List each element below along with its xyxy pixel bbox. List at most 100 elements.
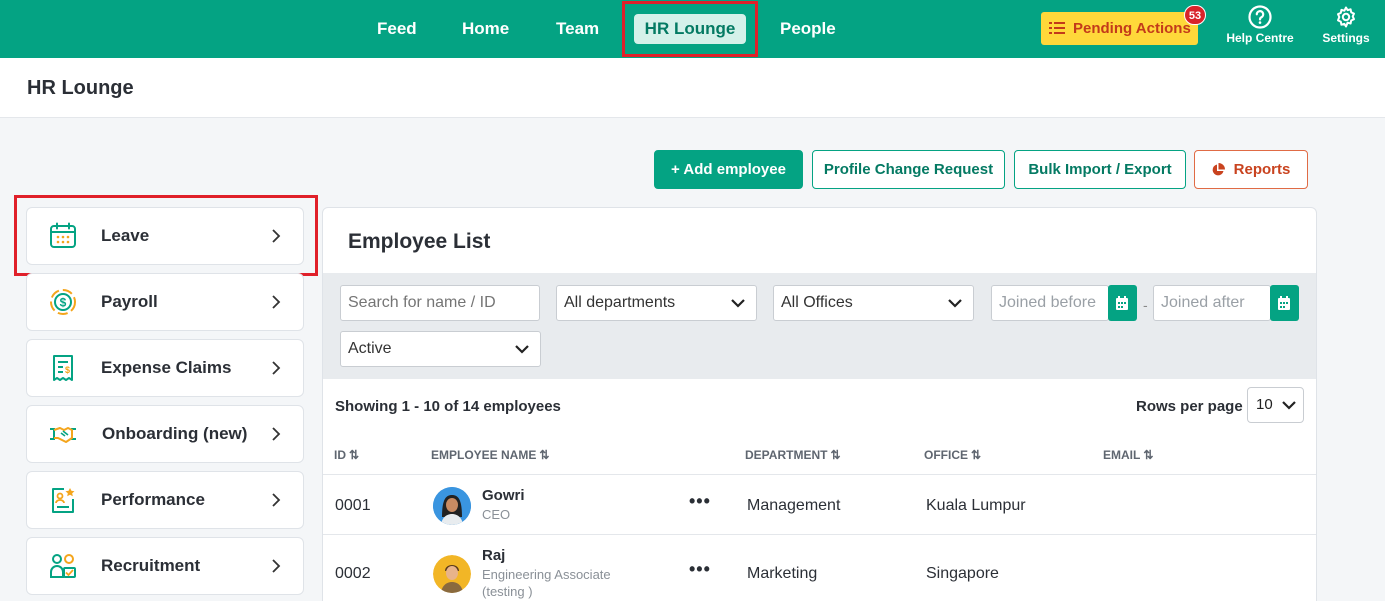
- nav-hr-lounge[interactable]: HR Lounge: [634, 14, 746, 44]
- reports-label: Reports: [1233, 161, 1291, 178]
- employee-id: 0001: [335, 497, 371, 514]
- employee-id: 0002: [335, 565, 371, 582]
- row-menu-button[interactable]: •••: [689, 559, 711, 580]
- sidebar-item-label: Payroll: [101, 292, 158, 311]
- sidebar-item-label: Expense Claims: [101, 358, 232, 377]
- reports-button[interactable]: Reports: [1194, 150, 1308, 189]
- svg-text:$: $: [60, 296, 67, 310]
- calendar-icon: [1116, 296, 1128, 310]
- calendar-icon: [50, 222, 76, 248]
- joined-before-calendar-button[interactable]: [1108, 285, 1137, 321]
- chevron-right-icon: [272, 361, 281, 375]
- avatar: [433, 555, 471, 593]
- sidebar-item-label: Performance: [101, 490, 205, 509]
- employee-office: Singapore: [926, 565, 999, 582]
- department-select[interactable]: All departments: [556, 285, 757, 321]
- row-menu-button[interactable]: •••: [689, 491, 711, 512]
- sort-icon: ⇅: [539, 448, 550, 462]
- results-count: Showing 1 - 10 of 14 employees: [335, 398, 561, 415]
- payroll-dollar-icon: $: [50, 289, 76, 315]
- chevron-right-icon: [272, 427, 281, 441]
- pending-count-badge: 53: [1184, 5, 1206, 25]
- employee-title: Engineering Associate (testing ): [482, 567, 611, 599]
- employee-office: Kuala Lumpur: [926, 497, 1026, 514]
- nav-home[interactable]: Home: [462, 0, 509, 58]
- add-employee-button[interactable]: + Add employee: [654, 150, 803, 189]
- joined-after-calendar-button[interactable]: [1270, 285, 1299, 321]
- sidebar-item-expense-claims[interactable]: $ Expense Claims: [26, 339, 304, 397]
- sidebar-item-payroll[interactable]: $ Payroll: [26, 273, 304, 331]
- column-header-label: EMPLOYEE NAME: [431, 448, 537, 462]
- sort-icon: ⇅: [1143, 448, 1154, 462]
- sort-icon: ⇅: [971, 448, 982, 462]
- employee-name[interactable]: Gowri: [482, 487, 525, 504]
- joined-before-field[interactable]: Joined before: [991, 285, 1109, 321]
- column-header-office[interactable]: OFFICE ⇅: [924, 448, 981, 462]
- rows-per-page-select[interactable]: 10: [1247, 387, 1304, 423]
- sidebar-item-leave[interactable]: Leave: [26, 207, 304, 265]
- column-header-label: DEPARTMENT: [745, 448, 828, 462]
- checklist-icon: [1049, 22, 1065, 34]
- chevron-down-icon: [1282, 401, 1296, 410]
- pie-chart-icon: [1212, 163, 1225, 176]
- pending-actions-label: Pending Actions: [1073, 20, 1191, 37]
- column-header-label: ID: [334, 448, 346, 462]
- status-select-value: Active: [348, 340, 392, 357]
- calendar-icon: [1278, 296, 1290, 310]
- column-header-department[interactable]: DEPARTMENT ⇅: [745, 448, 841, 462]
- nav-feed[interactable]: Feed: [377, 0, 417, 58]
- avatar-gowri-icon: [433, 487, 471, 525]
- chevron-right-icon: [272, 493, 281, 507]
- sort-icon: ⇅: [349, 448, 360, 462]
- receipt-icon: $: [53, 355, 73, 381]
- search-input[interactable]: [340, 285, 540, 321]
- page-title: HR Lounge: [27, 77, 134, 99]
- gear-icon: [1337, 6, 1355, 28]
- table-row[interactable]: 0002 Raj Engineering Associate (testing …: [323, 534, 1316, 601]
- chevron-down-icon: [948, 299, 962, 308]
- sidebar-item-label: Onboarding (new): [102, 424, 248, 443]
- top-navigation-bar: Feed Home Team HR Lounge People Pending …: [0, 0, 1385, 58]
- avatar: [433, 487, 471, 525]
- nav-hr-lounge-highlight: HR Lounge: [622, 1, 758, 57]
- employee-title: CEO: [482, 507, 511, 522]
- pending-actions-button[interactable]: Pending Actions: [1041, 12, 1198, 45]
- sidebar-item-onboarding[interactable]: Onboarding (new): [26, 405, 304, 463]
- bulk-import-export-button[interactable]: Bulk Import / Export: [1014, 150, 1186, 189]
- office-select[interactable]: All Offices: [773, 285, 974, 321]
- status-select[interactable]: Active: [340, 331, 541, 367]
- column-header-email[interactable]: EMAIL ⇅: [1103, 448, 1153, 462]
- chevron-right-icon: [272, 229, 281, 243]
- chevron-down-icon: [731, 299, 745, 308]
- settings-button[interactable]: Settings: [1316, 5, 1376, 45]
- column-header-employee-name[interactable]: EMPLOYEE NAME ⇅: [431, 448, 549, 462]
- table-row[interactable]: 0001 Gowri CEO ••• Management Kuala Lump…: [323, 474, 1316, 534]
- filter-bar: All departments All Offices Joined befor…: [323, 273, 1316, 379]
- sidebar-item-label: Recruitment: [101, 556, 201, 575]
- help-centre-button[interactable]: Help Centre: [1222, 5, 1298, 45]
- office-select-value: All Offices: [781, 294, 853, 311]
- column-header-label: EMAIL: [1103, 448, 1141, 462]
- page-header: HR Lounge: [0, 58, 1385, 118]
- help-centre-label: Help Centre: [1226, 31, 1294, 45]
- nav-people[interactable]: People: [780, 0, 836, 58]
- sidebar-item-recruitment[interactable]: Recruitment: [26, 537, 304, 595]
- nav-team[interactable]: Team: [556, 0, 599, 58]
- avatar-raj-icon: [433, 555, 471, 593]
- settings-label: Settings: [1322, 31, 1370, 45]
- chevron-right-icon: [272, 559, 281, 573]
- column-header-id[interactable]: ID ⇅: [334, 448, 359, 462]
- performance-badge-icon: [52, 488, 75, 513]
- joined-after-field[interactable]: Joined after: [1153, 285, 1271, 321]
- employee-department: Marketing: [747, 565, 818, 582]
- recruitment-people-icon: [50, 554, 76, 578]
- employee-list-panel: Employee List All departments All Office…: [322, 207, 1317, 601]
- sort-icon: ⇅: [830, 448, 841, 462]
- panel-title: Employee List: [348, 230, 491, 253]
- department-select-value: All departments: [564, 294, 676, 311]
- chevron-right-icon: [272, 295, 281, 309]
- sidebar-item-performance[interactable]: Performance: [26, 471, 304, 529]
- profile-change-request-button[interactable]: Profile Change Request: [812, 150, 1005, 189]
- employee-name[interactable]: Raj: [482, 547, 505, 564]
- rows-per-page-label: Rows per page: [1136, 398, 1243, 415]
